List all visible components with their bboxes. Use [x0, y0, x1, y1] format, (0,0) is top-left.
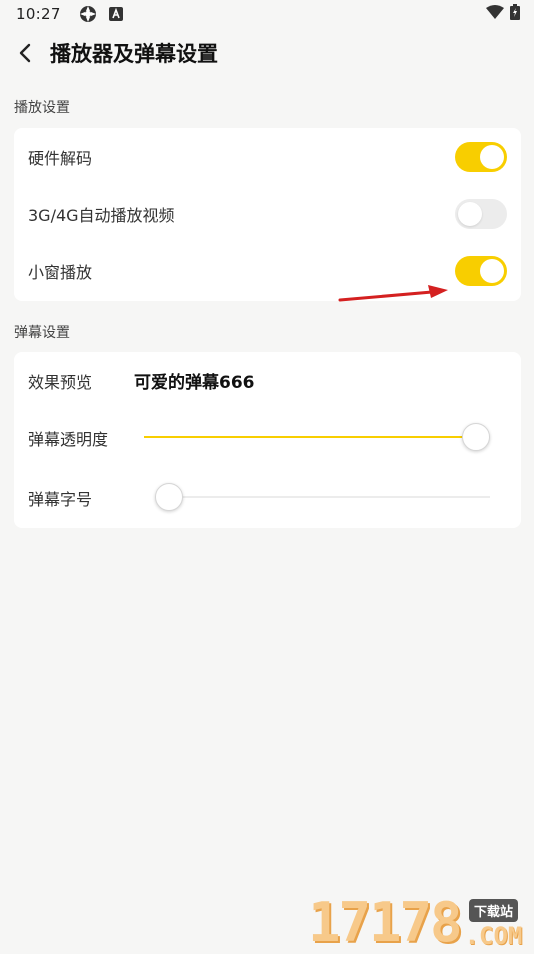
watermark-number: 17178 — [308, 891, 463, 954]
site-watermark: 17178 下载站 .COM — [308, 888, 534, 950]
preview-label: 效果预览 — [28, 372, 93, 392]
a-notification-icon — [108, 7, 123, 21]
mobile-autoplay-row: 3G/4G自动播放视频 — [14, 185, 521, 242]
slider-fill — [144, 436, 476, 438]
switch-knob — [458, 201, 482, 226]
annotation-arrow — [338, 285, 448, 302]
watermark-side: 下载站 .COM — [464, 899, 523, 950]
hardware-decode-label: 硬件解码 — [28, 148, 93, 168]
mini-window-switch[interactable] — [455, 255, 507, 286]
watermark-badge: 下载站 — [468, 899, 518, 922]
font-size-slider[interactable] — [155, 482, 490, 512]
slider-thumb[interactable] — [462, 423, 490, 451]
playback-settings-card: 硬件解码 3G/4G自动播放视频 小窗播放 — [14, 128, 521, 301]
preview-row: 效果预览 可爱的弹幕666 — [14, 352, 521, 409]
status-time: 10:27 — [16, 5, 61, 23]
back-button[interactable] — [0, 28, 50, 78]
playback-section-header: 播放设置 — [14, 100, 70, 116]
battery-charging-icon — [510, 4, 520, 24]
page-title: 播放器及弹幕设置 — [50, 42, 218, 66]
danmaku-section-header: 弹幕设置 — [14, 325, 70, 341]
hardware-decode-row: 硬件解码 — [14, 128, 521, 185]
mini-window-label: 小窗播放 — [28, 262, 93, 282]
status-bar: 10:27 — [0, 0, 534, 28]
sync-icon — [79, 5, 97, 23]
wifi-icon — [486, 5, 504, 23]
danmaku-preview-text: 可爱的弹幕666 — [134, 373, 255, 393]
hardware-decode-switch[interactable] — [455, 141, 507, 172]
mobile-autoplay-label: 3G/4G自动播放视频 — [28, 205, 175, 225]
slider-thumb[interactable] — [155, 483, 183, 511]
font-size-label: 弹幕字号 — [28, 489, 93, 509]
watermark-suffix: .COM — [464, 922, 523, 950]
app-bar: 播放器及弹幕设置 — [0, 28, 534, 78]
opacity-label: 弹幕透明度 — [28, 429, 109, 449]
slider-track — [155, 496, 490, 498]
mobile-autoplay-switch[interactable] — [455, 198, 507, 229]
chevron-left-icon — [19, 43, 31, 63]
danmaku-settings-card: 效果预览 可爱的弹幕666 弹幕透明度 弹幕字号 — [14, 352, 521, 528]
switch-knob — [480, 144, 504, 169]
switch-knob — [480, 258, 504, 283]
opacity-slider[interactable] — [144, 422, 490, 452]
